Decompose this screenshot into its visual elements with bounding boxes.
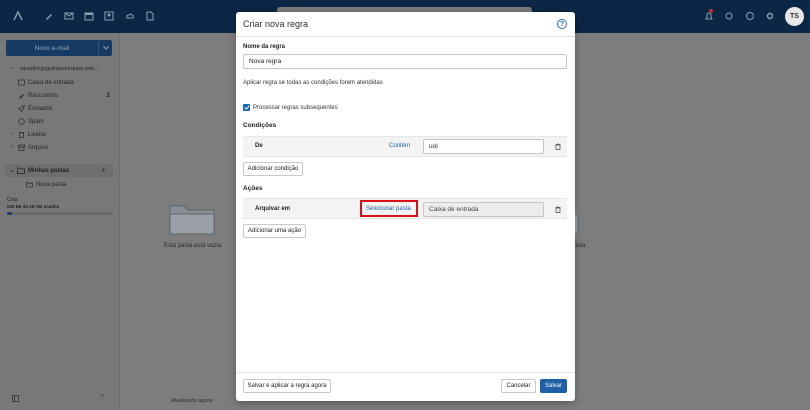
folder-label: Rascunhos — [28, 92, 59, 99]
new-mail-button[interactable]: Novo e-mail — [6, 40, 112, 56]
folder-label: Spam — [28, 118, 44, 125]
empty-folder-text: Esta pasta está vazia — [164, 243, 222, 249]
folder-count: 2 — [106, 92, 110, 99]
chevron-down-icon[interactable]: ⌄ — [10, 64, 15, 71]
cancel-button[interactable]: Cancelar — [501, 379, 536, 393]
notification-dot — [709, 9, 713, 13]
select-folder-link[interactable]: Selecionar pasta — [366, 206, 411, 212]
process-rules-checkbox[interactable] — [243, 104, 250, 111]
document-icon[interactable] — [145, 11, 155, 21]
folder-label: Nova pasta — [36, 181, 67, 188]
gear-icon[interactable] — [765, 11, 775, 21]
add-folder-icon[interactable]: + — [101, 165, 106, 175]
target-folder-field: Caixa de entrada — [423, 202, 544, 217]
refresh-icon[interactable] — [724, 11, 734, 21]
inbox-icon — [18, 79, 25, 86]
chevron-down-icon[interactable]: ⌄ — [9, 167, 14, 174]
quota-value: 535 kB de 25 GB usados — [7, 204, 60, 209]
divider — [236, 372, 575, 373]
folder-icon — [17, 167, 25, 174]
condition-value-input[interactable]: uol — [423, 139, 544, 154]
chevron-right-icon[interactable]: › — [11, 144, 13, 150]
condition-operator-link[interactable]: Contém — [389, 143, 410, 149]
apply-rule-text: Aplicar regra se todas as condições fore… — [243, 80, 383, 86]
sidebar-item-inbox[interactable]: Caixa de entrada — [18, 79, 110, 86]
trash-icon — [19, 132, 24, 138]
archive-icon — [18, 144, 25, 151]
add-action-button[interactable]: Adicionar uma ação — [243, 224, 306, 238]
sidebar-item-drafts[interactable]: Rascunhos 2 — [18, 92, 110, 99]
trash-icon[interactable] — [555, 206, 561, 213]
folder-label: Arquivo — [28, 144, 49, 151]
dialog-title: Criar nova regra — [243, 19, 309, 29]
sidebar: Novo e-mail — [0, 33, 120, 410]
sidebar-item-trash[interactable]: Lixeira — [18, 131, 110, 138]
help-icon[interactable] — [745, 11, 755, 21]
my-folders-header[interactable]: ⌄ Minhas pastas — [9, 167, 70, 175]
add-condition-button[interactable]: Adicionar condição — [243, 162, 303, 176]
folder-label: Lixeira — [28, 131, 46, 138]
actions-heading: Ações — [243, 185, 263, 192]
updated-status: Atualizado agora — [171, 398, 213, 404]
trash-icon[interactable] — [555, 143, 561, 150]
create-rule-dialog: Criar nova regra ? Nome da regra Nova re… — [236, 12, 575, 401]
divider — [236, 36, 575, 37]
action-label: Arquivar em — [255, 206, 291, 212]
save-and-apply-button[interactable]: Salvar e aplicar a regra agora — [243, 379, 331, 393]
rule-name-input[interactable]: Nova regra — [243, 54, 567, 69]
chevron-right-icon[interactable]: › — [11, 131, 13, 137]
spam-icon — [18, 118, 25, 125]
empty-folder-text: asta — [574, 243, 586, 249]
draft-icon — [19, 94, 24, 99]
drive-icon[interactable] — [125, 11, 135, 21]
condition-field[interactable]: De — [255, 143, 263, 149]
app-logo-icon[interactable] — [12, 10, 24, 22]
sidebar-item-sent[interactable]: Enviados — [18, 105, 110, 112]
compose-icon[interactable] — [44, 11, 54, 21]
quota-fill — [7, 212, 13, 215]
rule-name-label: Nome da regra — [243, 44, 286, 50]
calendar-icon[interactable] — [84, 11, 94, 21]
folder-icon — [26, 182, 33, 188]
sidebar-item-nova-pasta[interactable]: Nova pasta — [26, 181, 118, 188]
new-mail-label: Novo e-mail — [34, 44, 70, 52]
check-icon — [243, 105, 250, 110]
help-icon[interactable]: ? — [557, 19, 567, 29]
collapse-sidebar-icon[interactable] — [12, 395, 19, 402]
quota-label: Cota — [7, 197, 18, 203]
empty-folder-icon — [169, 205, 215, 235]
help-circle-icon[interactable]: ? — [100, 394, 104, 401]
process-rules-label[interactable]: Processar regras subsequentes — [253, 105, 338, 111]
contacts-icon[interactable] — [104, 11, 114, 21]
send-icon — [18, 105, 25, 112]
chevron-down-icon[interactable] — [98, 40, 112, 56]
sidebar-item-spam[interactable]: Spam — [18, 118, 110, 125]
quota-bar — [7, 212, 113, 215]
account-name[interactable]: squadtongoguimgworkspace.web... — [20, 66, 98, 72]
avatar[interactable]: TS — [785, 7, 804, 26]
sidebar-item-archive[interactable]: Arquivo — [18, 144, 110, 151]
my-folders-label: Minhas pastas — [28, 167, 70, 174]
folder-label: Enviados — [28, 105, 53, 112]
folder-label: Caixa de entrada — [28, 79, 74, 86]
save-button[interactable]: Salvar — [540, 379, 567, 393]
conditions-heading: Condições — [243, 122, 277, 129]
mail-icon[interactable] — [64, 11, 74, 21]
